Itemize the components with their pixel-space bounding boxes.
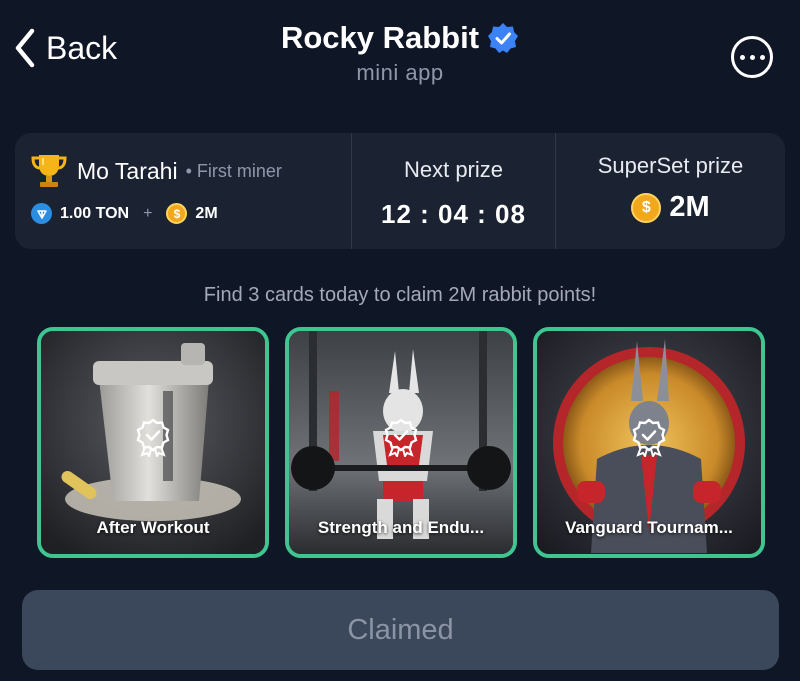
miner-rewards: 1.00 TON + $ 2M [29, 203, 351, 224]
coin-amount: 2M [195, 204, 218, 222]
achievement-badge-icon [384, 418, 418, 457]
achievement-badge-icon [136, 418, 170, 457]
card-label: Strength and Endu... [317, 518, 485, 537]
miner-name: Mo Tarahi [77, 157, 178, 184]
next-prize-section: Next prize 12 : 04 : 08 [352, 133, 556, 249]
prize-info-panel: Mo Tarahi • First miner 1.00 TON + $ 2M … [15, 133, 785, 249]
countdown-timer: 12 : 04 : 08 [381, 199, 526, 229]
card-after-workout[interactable]: After Workout [37, 327, 269, 558]
coin-icon: $ [166, 203, 188, 224]
app-subtitle: mini app [356, 60, 444, 85]
more-options-icon[interactable] [731, 36, 773, 78]
card-list: After Workout Strength and Endu... Vangu… [37, 327, 765, 558]
card-label: After Workout [96, 518, 210, 537]
app-title: Rocky Rabbit [280, 20, 480, 55]
verified-badge-icon [488, 23, 519, 53]
card-vanguard-tournament[interactable]: Vanguard Tournam... [533, 327, 765, 558]
superset-amount: 2M [669, 191, 710, 223]
next-prize-label: Next prize [403, 157, 504, 182]
ton-icon [31, 203, 52, 224]
first-miner-section: Mo Tarahi • First miner 1.00 TON + $ 2M [15, 133, 352, 249]
achievement-badge-icon [632, 418, 666, 457]
superset-prize-section: SuperSet prize $ 2M [556, 133, 785, 249]
ton-amount: 1.00 TON [60, 204, 130, 222]
trophy-icon [31, 155, 67, 187]
superset-label: SuperSet prize [597, 153, 744, 178]
cards-hint-text: Find 3 cards today to claim 2M rabbit po… [203, 284, 597, 306]
coin-icon: $ [631, 192, 662, 223]
card-strength-endurance[interactable]: Strength and Endu... [285, 327, 517, 558]
miner-tag: • First miner [185, 160, 282, 181]
header-title-block: Rocky Rabbit mini app [0, 20, 800, 86]
plus-sign: + [143, 204, 153, 222]
claimed-button[interactable]: Claimed [22, 590, 779, 670]
card-label: Vanguard Tournam... [565, 518, 733, 537]
